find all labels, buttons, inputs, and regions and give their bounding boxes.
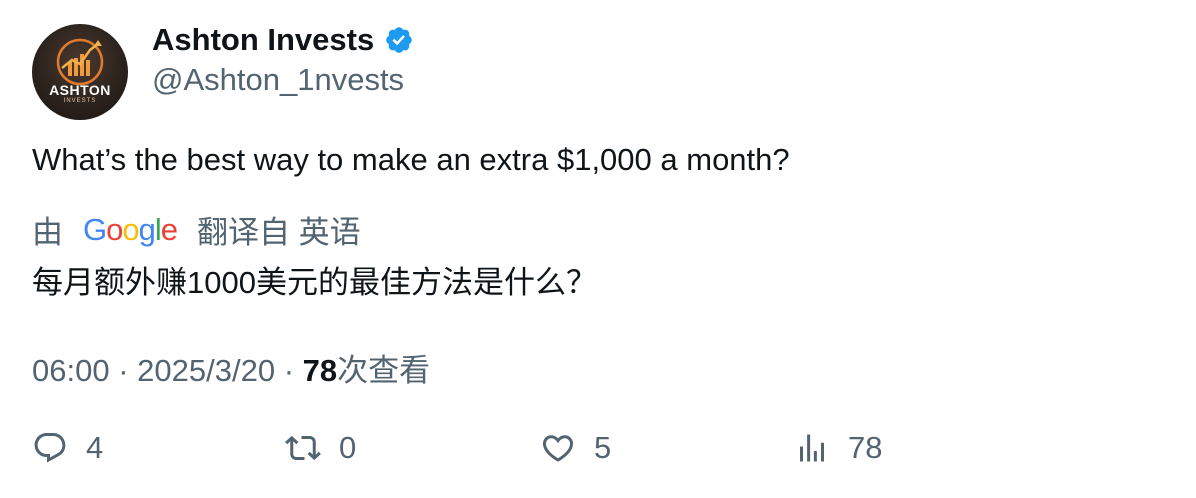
action-bar: 4 0 5 78 — [0, 430, 1196, 478]
verified-badge-icon[interactable] — [384, 25, 414, 55]
retweet-button[interactable]: 0 — [285, 430, 356, 466]
views-action-count: 78 — [848, 430, 883, 465]
translation-prefix: 由 — [32, 215, 63, 250]
views-button[interactable]: 78 — [794, 430, 882, 466]
like-button[interactable]: 5 — [540, 430, 611, 466]
reply-icon — [34, 433, 66, 463]
avatar[interactable]: ASHTON INVESTS — [32, 24, 128, 120]
avatar-brand-text: ASHTON — [49, 82, 111, 98]
retweet-count: 0 — [339, 430, 357, 465]
tweet-text: What’s the best way to make an extra $1,… — [32, 142, 790, 177]
avatar-brand-subtext: INVESTS — [63, 98, 97, 104]
retweet-icon — [285, 435, 321, 461]
tweet-meta: 06:00 · 2025/3/20 · 78次查看 — [32, 345, 430, 390]
reply-button[interactable]: 4 — [32, 430, 103, 466]
author-handle[interactable]: @Ashton_1nvests — [152, 62, 404, 98]
heart-icon — [542, 435, 574, 462]
reply-count: 4 — [86, 430, 104, 465]
google-logo: Google — [83, 211, 178, 247]
like-count: 5 — [594, 430, 612, 465]
analytics-icon — [800, 434, 824, 462]
views-count: 78 — [302, 353, 338, 388]
tweet-date[interactable]: 2025/3/20 — [137, 353, 275, 388]
author-name-text[interactable]: Ashton Invests — [152, 22, 374, 58]
translated-text: 每月额外赚1000美元的最佳方法是什么？ — [32, 265, 597, 300]
views-label: 次查看 — [337, 353, 431, 388]
author-display-name[interactable]: Ashton Invests — [152, 22, 414, 58]
meta-separator: · — [118, 353, 129, 388]
meta-separator-2: · — [283, 353, 295, 388]
tweet-time[interactable]: 06:00 — [32, 353, 110, 388]
translation-suffix: 翻译自 英语 — [197, 215, 361, 250]
chart-logo-icon — [56, 38, 104, 86]
translation-attribution[interactable]: 由 Google 翻译自 英语 — [32, 207, 361, 252]
